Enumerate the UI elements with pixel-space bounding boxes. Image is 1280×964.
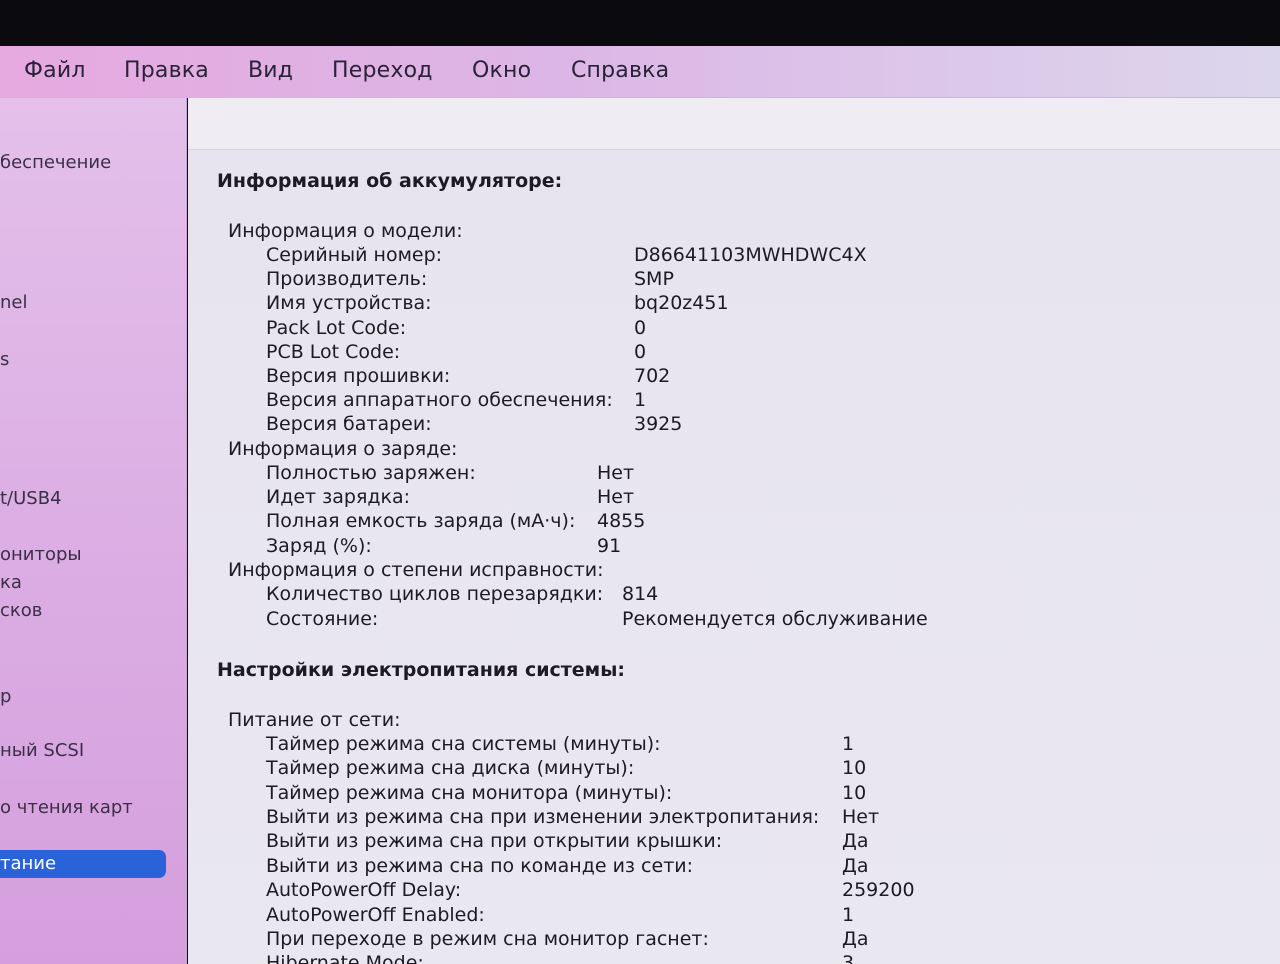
power-section-title: Настройки электропитания системы: xyxy=(217,659,625,681)
row-value: 702 xyxy=(634,365,671,387)
sidebar-item-nel[interactable]: nel xyxy=(0,292,27,313)
row-value: bq20z451 xyxy=(634,292,729,314)
row-label: AutoPowerOff Delay: xyxy=(266,879,462,901)
menu-bar: Файл Правка Вид Переход Окно Справка xyxy=(0,46,1280,98)
sidebar-item-power-selected[interactable]: тание xyxy=(0,850,166,878)
content-header-strip xyxy=(188,98,1280,150)
row-label: При переходе в режим сна монитор гаснет: xyxy=(266,928,709,950)
menu-help[interactable]: Справка xyxy=(571,58,669,83)
row-value: Да xyxy=(842,830,869,852)
row-label: Выйти из режима сна при открытии крышки: xyxy=(266,830,723,852)
row-value: Да xyxy=(842,855,869,877)
sidebar-item-disks[interactable]: сков xyxy=(0,600,42,621)
row-label: Версия аппаратного обеспечения: xyxy=(266,389,613,411)
row-value: D86641103MWHDWC4X xyxy=(634,244,867,266)
row-value: SMP xyxy=(634,268,674,290)
row-value: Нет xyxy=(597,486,635,508)
sidebar-item-monitors[interactable]: ониторы xyxy=(0,544,82,565)
sidebar-item-software[interactable]: беспечение xyxy=(0,152,111,173)
row-label: Имя устройства: xyxy=(266,292,432,314)
content-pane: Информация об аккумуляторе: Информация о… xyxy=(188,98,1280,964)
row-value: 3925 xyxy=(634,413,683,435)
row-label: Pack Lot Code: xyxy=(266,317,407,339)
ac-power-title: Питание от сети: xyxy=(228,709,401,731)
row-label: Hibernate Mode: xyxy=(266,952,424,964)
row-value: 10 xyxy=(842,757,867,779)
row-label: Выйти из режима сна при изменении электр… xyxy=(266,806,820,828)
sidebar-item-scsi[interactable]: ный SCSI xyxy=(0,740,84,761)
row-label: Таймер режима сна монитора (минуты): xyxy=(266,782,673,804)
charge-info-title: Информация о заряде: xyxy=(228,438,458,460)
row-label: Заряд (%): xyxy=(266,535,372,557)
row-label: PCB Lot Code: xyxy=(266,341,401,363)
menu-view[interactable]: Вид xyxy=(248,58,293,83)
sidebar: беспечение nel s t/USB4 ониторы ка сков … xyxy=(0,98,187,964)
row-label: Выйти из режима сна по команде из сети: xyxy=(266,855,694,877)
row-label: AutoPowerOff Enabled: xyxy=(266,904,485,926)
row-value: 10 xyxy=(842,782,867,804)
sidebar-item-s[interactable]: s xyxy=(0,349,9,370)
row-value: 4855 xyxy=(597,510,646,532)
row-label: Идет зарядка: xyxy=(266,486,411,508)
row-value: 1 xyxy=(634,389,647,411)
row-value: 3 xyxy=(842,952,855,964)
sidebar-item-ka[interactable]: ка xyxy=(0,572,22,593)
row-label: Состояние: xyxy=(266,608,379,630)
row-value: 91 xyxy=(597,535,622,557)
row-value: 1 xyxy=(842,733,855,755)
row-label: Полная емкость заряда (мА·ч): xyxy=(266,510,576,532)
row-label: Серийный номер: xyxy=(266,244,443,266)
sidebar-item-card-reader[interactable]: о чтения карт xyxy=(0,797,133,818)
menu-edit[interactable]: Правка xyxy=(124,58,209,83)
row-label: Таймер режима сна системы (минуты): xyxy=(266,733,661,755)
battery-section-title: Информация об аккумуляторе: xyxy=(217,170,563,192)
screen-bezel xyxy=(0,0,1280,46)
row-value: Нет xyxy=(842,806,880,828)
row-label: Производитель: xyxy=(266,268,428,290)
row-label: Полностью заряжен: xyxy=(266,462,476,484)
menu-window[interactable]: Окно xyxy=(472,58,531,83)
row-label: Количество циклов перезарядки: xyxy=(266,583,604,605)
sidebar-item-usb4[interactable]: t/USB4 xyxy=(0,488,62,509)
menu-go[interactable]: Переход xyxy=(332,58,433,83)
health-info-title: Информация о степени исправности: xyxy=(228,559,604,581)
row-value: 1 xyxy=(842,904,855,926)
row-value: 814 xyxy=(622,583,659,605)
model-info-title: Информация о модели: xyxy=(228,220,463,242)
row-label: Версия прошивки: xyxy=(266,365,451,387)
row-value: 0 xyxy=(634,317,647,339)
sidebar-item-r[interactable]: р xyxy=(0,686,11,707)
row-label: Версия батареи: xyxy=(266,413,432,435)
row-value: Да xyxy=(842,928,869,950)
row-value: Нет xyxy=(597,462,635,484)
condition-value: Рекомендуется обслуживание xyxy=(622,608,928,630)
row-value: 259200 xyxy=(842,879,915,901)
menu-file[interactable]: Файл xyxy=(24,58,86,83)
row-value: 0 xyxy=(634,341,647,363)
row-label: Таймер режима сна диска (минуты): xyxy=(266,757,635,779)
